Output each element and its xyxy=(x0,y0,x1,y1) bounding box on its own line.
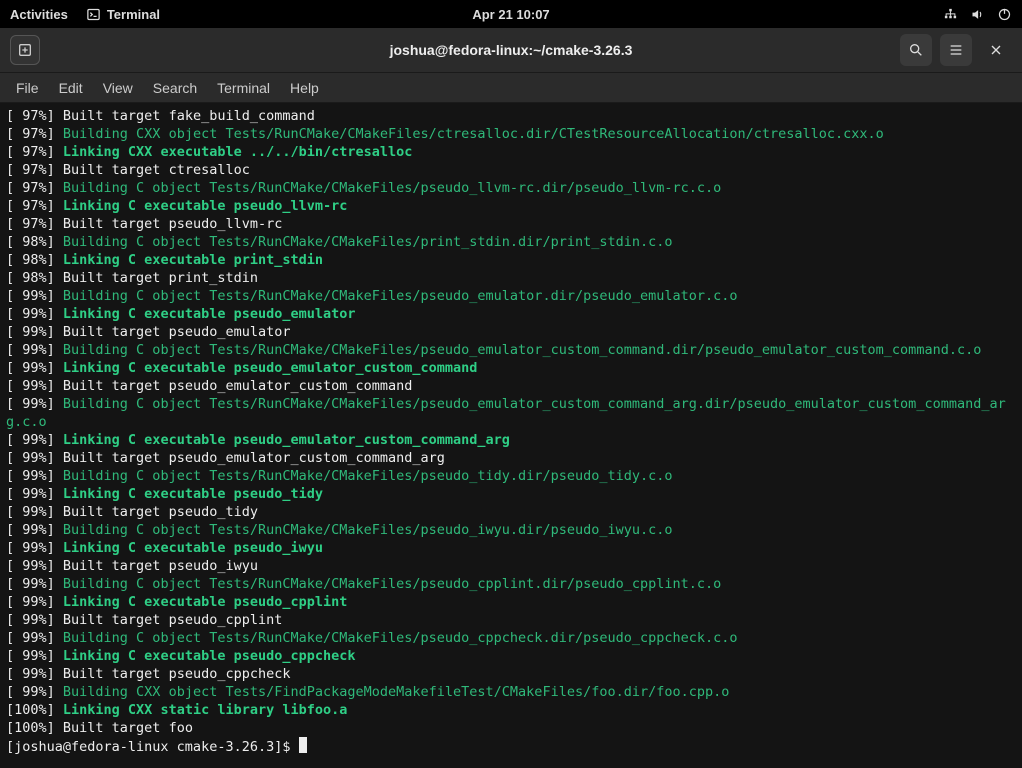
menu-view[interactable]: View xyxy=(95,77,141,99)
terminal-line: [ 99%] Building C object Tests/RunCMake/… xyxy=(6,575,1016,593)
terminal-line: [ 99%] Linking C executable pseudo_emula… xyxy=(6,359,1016,377)
terminal-line: [ 97%] Built target pseudo_llvm-rc xyxy=(6,215,1016,233)
menu-help[interactable]: Help xyxy=(282,77,327,99)
terminal-line: [ 99%] Building C object Tests/RunCMake/… xyxy=(6,287,1016,305)
terminal-line: [ 97%] Linking C executable pseudo_llvm-… xyxy=(6,197,1016,215)
terminal-line: [ 99%] Linking C executable pseudo_emula… xyxy=(6,305,1016,323)
window-title: joshua@fedora-linux:~/cmake-3.26.3 xyxy=(390,42,633,58)
menu-terminal[interactable]: Terminal xyxy=(209,77,278,99)
terminal-prompt[interactable]: [joshua@fedora-linux cmake-3.26.3]$ xyxy=(6,737,1016,756)
terminal-line: [ 98%] Linking C executable print_stdin xyxy=(6,251,1016,269)
search-button[interactable] xyxy=(900,34,932,66)
power-icon[interactable] xyxy=(997,7,1012,22)
focused-app-label: Terminal xyxy=(107,7,160,22)
terminal-line: [ 97%] Building CXX object Tests/RunCMak… xyxy=(6,125,1016,143)
terminal-line: [ 97%] Linking CXX executable ../../bin/… xyxy=(6,143,1016,161)
terminal-line: [ 99%] Building C object Tests/RunCMake/… xyxy=(6,467,1016,485)
terminal-viewport[interactable]: [ 97%] Built target fake_build_command[ … xyxy=(0,103,1022,768)
terminal-line: [ 99%] Built target pseudo_emulator xyxy=(6,323,1016,341)
terminal-line: [ 99%] Linking C executable pseudo_iwyu xyxy=(6,539,1016,557)
terminal-line: [100%] Built target foo xyxy=(6,719,1016,737)
terminal-line: [ 99%] Built target pseudo_cppcheck xyxy=(6,665,1016,683)
terminal-line: [ 98%] Built target print_stdin xyxy=(6,269,1016,287)
terminal-line: [ 99%] Building C object Tests/RunCMake/… xyxy=(6,395,1016,431)
terminal-line: [ 99%] Building C object Tests/RunCMake/… xyxy=(6,629,1016,647)
focused-app-indicator[interactable]: Terminal xyxy=(86,7,160,22)
menu-file[interactable]: File xyxy=(8,77,47,99)
terminal-line: [ 98%] Building C object Tests/RunCMake/… xyxy=(6,233,1016,251)
window-titlebar: joshua@fedora-linux:~/cmake-3.26.3 xyxy=(0,28,1022,73)
terminal-icon xyxy=(86,7,101,22)
terminal-line: [ 99%] Built target pseudo_emulator_cust… xyxy=(6,377,1016,395)
gnome-topbar: Activities Terminal Apr 21 10:07 xyxy=(0,0,1022,28)
close-window-button[interactable] xyxy=(980,34,1012,66)
new-tab-button[interactable] xyxy=(10,35,40,65)
cursor xyxy=(299,737,307,753)
terminal-line: [ 99%] Built target pseudo_tidy xyxy=(6,503,1016,521)
clock[interactable]: Apr 21 10:07 xyxy=(472,7,549,22)
terminal-menubar: File Edit View Search Terminal Help xyxy=(0,73,1022,103)
volume-icon[interactable] xyxy=(970,7,985,22)
network-icon[interactable] xyxy=(943,7,958,22)
terminal-line: [ 99%] Linking C executable pseudo_emula… xyxy=(6,431,1016,449)
terminal-line: [ 99%] Built target pseudo_emulator_cust… xyxy=(6,449,1016,467)
terminal-line: [100%] Linking CXX static library libfoo… xyxy=(6,701,1016,719)
terminal-line: [ 97%] Built target ctresalloc xyxy=(6,161,1016,179)
terminal-line: [ 97%] Built target fake_build_command xyxy=(6,107,1016,125)
terminal-line: [ 99%] Built target pseudo_cpplint xyxy=(6,611,1016,629)
terminal-line: [ 99%] Linking C executable pseudo_tidy xyxy=(6,485,1016,503)
terminal-line: [ 99%] Built target pseudo_iwyu xyxy=(6,557,1016,575)
terminal-line: [ 99%] Building C object Tests/RunCMake/… xyxy=(6,521,1016,539)
menu-search[interactable]: Search xyxy=(145,77,205,99)
terminal-line: [ 97%] Building C object Tests/RunCMake/… xyxy=(6,179,1016,197)
terminal-line: [ 99%] Linking C executable pseudo_cppli… xyxy=(6,593,1016,611)
menu-edit[interactable]: Edit xyxy=(51,77,91,99)
hamburger-menu-button[interactable] xyxy=(940,34,972,66)
activities-button[interactable]: Activities xyxy=(10,7,68,22)
terminal-line: [ 99%] Building C object Tests/RunCMake/… xyxy=(6,341,1016,359)
terminal-line: [ 99%] Linking C executable pseudo_cppch… xyxy=(6,647,1016,665)
terminal-line: [ 99%] Building CXX object Tests/FindPac… xyxy=(6,683,1016,701)
